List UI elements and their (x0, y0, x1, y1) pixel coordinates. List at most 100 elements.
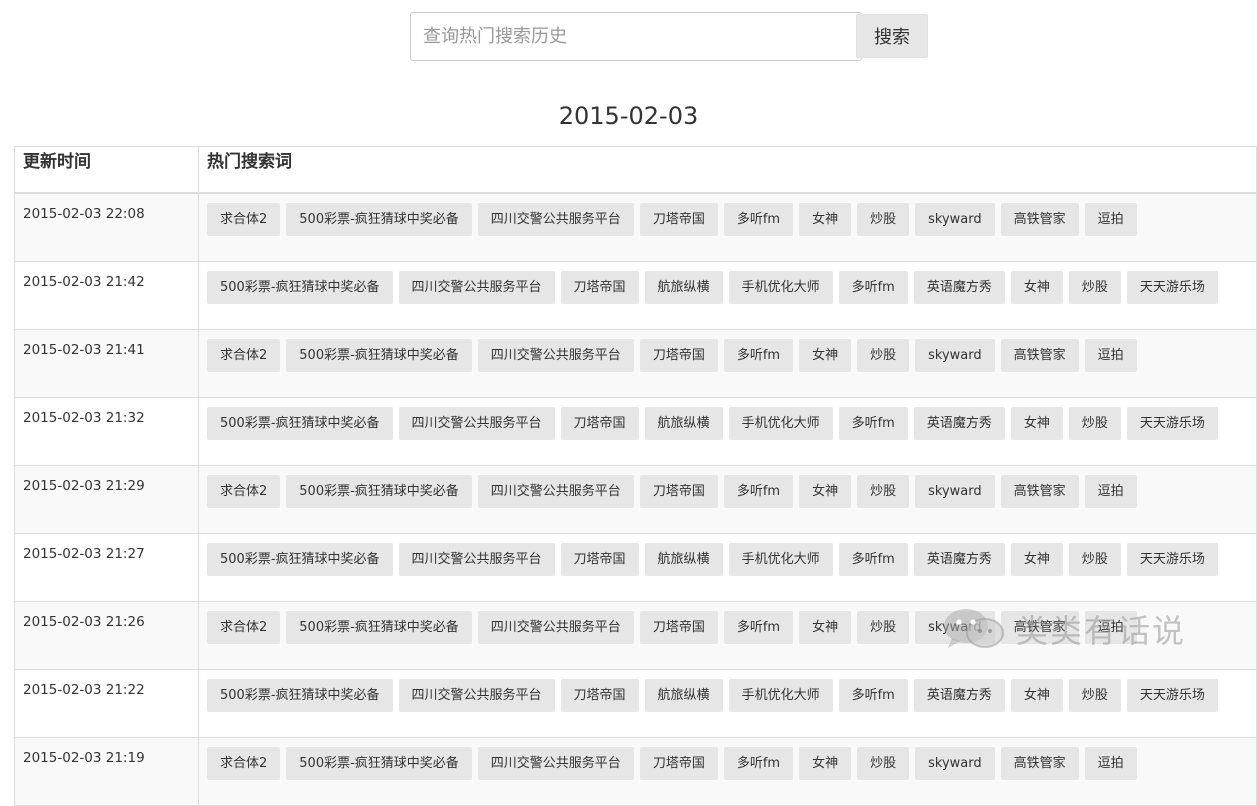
keyword-tag[interactable]: skyward (915, 611, 995, 644)
keyword-tag[interactable]: 逗拍 (1084, 611, 1137, 644)
keyword-tag[interactable]: 逗拍 (1084, 475, 1137, 508)
keyword-tag[interactable]: 四川交警公共服务平台 (477, 339, 634, 372)
keyword-tag[interactable]: 多听fm (723, 747, 794, 780)
keyword-tag[interactable]: skyward (915, 203, 995, 236)
keyword-tag[interactable]: 500彩票-疯狂猜球中奖必备 (286, 339, 472, 372)
keyword-tag[interactable]: 天天游乐场 (1126, 271, 1218, 304)
keyword-tag[interactable]: 500彩票-疯狂猜球中奖必备 (286, 203, 472, 236)
keyword-tag[interactable]: 航旅纵横 (644, 543, 723, 576)
keyword-tag[interactable]: 女神 (1010, 679, 1063, 712)
keyword-tag[interactable]: 求合体2 (207, 339, 281, 372)
keyword-tag[interactable]: 求合体2 (207, 475, 281, 508)
keyword-tag[interactable]: 求合体2 (207, 747, 281, 780)
keyword-tag[interactable]: 四川交警公共服务平台 (398, 271, 555, 304)
keyword-tag[interactable]: skyward (915, 747, 995, 780)
keyword-tag[interactable]: 女神 (799, 203, 852, 236)
keyword-tag[interactable]: 炒股 (857, 339, 910, 372)
keyword-tag[interactable]: 手机优化大师 (728, 543, 833, 576)
keyword-tag[interactable]: 四川交警公共服务平台 (398, 407, 555, 440)
keyword-tag[interactable]: 刀塔帝国 (639, 339, 718, 372)
keyword-tag[interactable]: 高铁管家 (1000, 475, 1079, 508)
keyword-tag[interactable]: 英语魔方秀 (913, 407, 1005, 440)
keyword-tag[interactable]: 天天游乐场 (1126, 407, 1218, 440)
keyword-tag[interactable]: 刀塔帝国 (560, 543, 639, 576)
keyword-tag[interactable]: 炒股 (1068, 679, 1121, 712)
keyword-tag[interactable]: 四川交警公共服务平台 (477, 475, 634, 508)
table-body: 2015-02-03 22:08 求合体2 500彩票-疯狂猜球中奖必备 四川交警公共… (14, 192, 1257, 806)
keyword-tag[interactable]: 四川交警公共服务平台 (398, 543, 555, 576)
keyword-tag[interactable]: 500彩票-疯狂猜球中奖必备 (207, 407, 393, 440)
keyword-tag[interactable]: 炒股 (857, 203, 910, 236)
keyword-tag[interactable]: 女神 (799, 339, 852, 372)
keywords-cell: 求合体2 500彩票-疯狂猜球中奖必备 四川交警公共服务平台 刀塔帝国 多听fm 女神 炒股… (198, 601, 1257, 670)
keyword-tag[interactable]: 女神 (1010, 271, 1063, 304)
keyword-tag[interactable]: 天天游乐场 (1126, 679, 1218, 712)
hot-search-table: 更新时间 热门搜索词 2015-02-03 22:08 求合体2 500彩票-疯狂猜… (14, 146, 1257, 806)
keyword-tag[interactable]: 手机优化大师 (728, 679, 833, 712)
keyword-tag[interactable]: 500彩票-疯狂猜球中奖必备 (207, 271, 393, 304)
keyword-tag[interactable]: 四川交警公共服务平台 (477, 611, 634, 644)
search-button[interactable]: 搜索 (856, 14, 928, 58)
keyword-tag[interactable]: 500彩票-疯狂猜球中奖必备 (207, 679, 393, 712)
search-input[interactable] (410, 12, 862, 61)
keyword-tag[interactable]: 女神 (799, 747, 852, 780)
keyword-tag[interactable]: 多听fm (838, 543, 908, 576)
keyword-tag[interactable]: 炒股 (857, 611, 910, 644)
keyword-tag[interactable]: 手机优化大师 (728, 271, 833, 304)
table-row: 2015-02-03 21:42 500彩票-疯狂猜球中奖必备 四川交警公共服务平台… (14, 261, 1257, 330)
keyword-tag[interactable]: 手机优化大师 (728, 407, 833, 440)
keyword-tag[interactable]: 逗拍 (1084, 203, 1137, 236)
keyword-tag[interactable]: 英语魔方秀 (913, 679, 1005, 712)
keyword-tag[interactable]: 刀塔帝国 (639, 747, 718, 780)
keyword-tag[interactable]: 炒股 (857, 475, 910, 508)
keyword-tag[interactable]: 炒股 (1068, 543, 1121, 576)
keyword-tag[interactable]: 多听fm (723, 475, 794, 508)
keyword-tag[interactable]: 刀塔帝国 (560, 271, 639, 304)
keyword-tag[interactable]: 刀塔帝国 (639, 611, 718, 644)
keyword-tag[interactable]: 高铁管家 (1000, 747, 1079, 780)
keyword-tag[interactable]: 英语魔方秀 (913, 271, 1005, 304)
keyword-tag[interactable]: 刀塔帝国 (639, 203, 718, 236)
keyword-tag[interactable]: 女神 (799, 475, 852, 508)
keywords-cell: 求合体2 500彩票-疯狂猜球中奖必备 四川交警公共服务平台 刀塔帝国 多听fm 女神 炒股… (198, 192, 1257, 262)
keyword-tag[interactable]: 多听fm (838, 271, 908, 304)
table-row: 2015-02-03 21:27 500彩票-疯狂猜球中奖必备 四川交警公共服务平台… (14, 533, 1257, 602)
keyword-tag[interactable]: 四川交警公共服务平台 (398, 679, 555, 712)
keyword-tag[interactable]: 女神 (1010, 407, 1063, 440)
keyword-tag[interactable]: skyward (915, 339, 995, 372)
keyword-tag[interactable]: 高铁管家 (1000, 611, 1079, 644)
keyword-tag[interactable]: 炒股 (857, 747, 910, 780)
keyword-tag[interactable]: 多听fm (838, 679, 908, 712)
keyword-tag[interactable]: 英语魔方秀 (913, 543, 1005, 576)
keyword-tag[interactable]: 求合体2 (207, 203, 281, 236)
keyword-tag[interactable]: 刀塔帝国 (560, 679, 639, 712)
keyword-tag[interactable]: 多听fm (723, 611, 794, 644)
keyword-tag[interactable]: 刀塔帝国 (639, 475, 718, 508)
keyword-tag[interactable]: 多听fm (723, 203, 794, 236)
keyword-tag[interactable]: 炒股 (1068, 271, 1121, 304)
keyword-tag[interactable]: 高铁管家 (1000, 339, 1079, 372)
keyword-tag[interactable]: 多听fm (838, 407, 908, 440)
keyword-tag[interactable]: 刀塔帝国 (560, 407, 639, 440)
keyword-tag[interactable]: 四川交警公共服务平台 (477, 203, 634, 236)
keyword-tag[interactable]: 500彩票-疯狂猜球中奖必备 (207, 543, 393, 576)
keyword-tag[interactable]: 逗拍 (1084, 747, 1137, 780)
keyword-tag[interactable]: 天天游乐场 (1126, 543, 1218, 576)
keyword-tag[interactable]: 炒股 (1068, 407, 1121, 440)
keyword-tag[interactable]: 500彩票-疯狂猜球中奖必备 (286, 475, 472, 508)
keyword-tag[interactable]: 500彩票-疯狂猜球中奖必备 (286, 747, 472, 780)
keyword-tag[interactable]: skyward (915, 475, 995, 508)
keyword-tag[interactable]: 四川交警公共服务平台 (477, 747, 634, 780)
keyword-tag[interactable]: 500彩票-疯狂猜球中奖必备 (286, 611, 472, 644)
keyword-tag[interactable]: 多听fm (723, 339, 794, 372)
keyword-tag[interactable]: 求合体2 (207, 611, 281, 644)
keyword-tag[interactable]: 高铁管家 (1000, 203, 1079, 236)
column-header-update-time: 更新时间 (14, 146, 199, 194)
keyword-tag[interactable]: 逗拍 (1084, 339, 1137, 372)
keyword-tag[interactable]: 航旅纵横 (644, 679, 723, 712)
table-row: 2015-02-03 21:26 求合体2 500彩票-疯狂猜球中奖必备 四川交警公共… (14, 601, 1257, 670)
keyword-tag[interactable]: 航旅纵横 (644, 407, 723, 440)
keyword-tag[interactable]: 女神 (1010, 543, 1063, 576)
keyword-tag[interactable]: 女神 (799, 611, 852, 644)
keyword-tag[interactable]: 航旅纵横 (644, 271, 723, 304)
